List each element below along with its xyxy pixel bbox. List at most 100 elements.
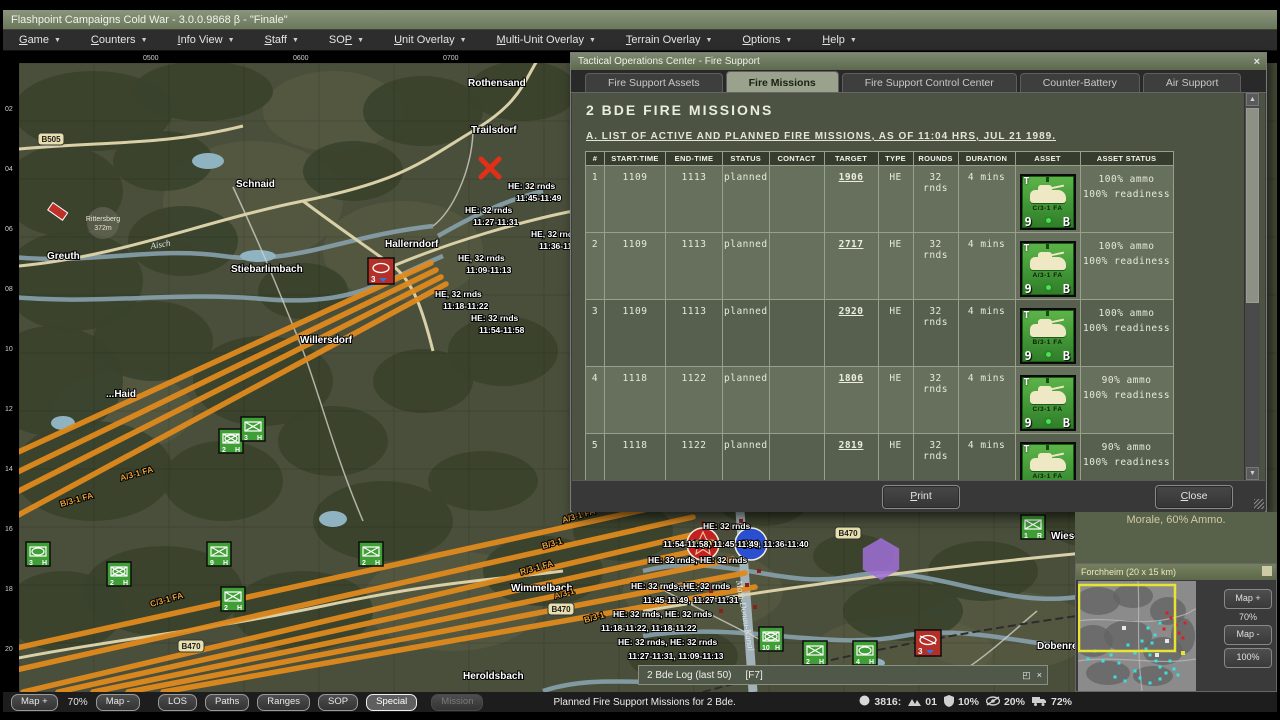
mission-cell: 1122	[666, 434, 723, 481]
minimap-view[interactable]	[1078, 581, 1196, 691]
svg-text:3: 3	[918, 647, 923, 656]
sop-button[interactable]: SOP	[318, 694, 358, 711]
asset-unit-counter[interactable]: TC/3-1 FA9B	[1020, 375, 1076, 431]
dialog-title: Tactical Operations Center - Fire Suppor…	[578, 56, 760, 67]
menu-item-multi-unit-overlay[interactable]: Multi-Unit Overlay▼	[497, 34, 596, 46]
mission-cell: 1118	[605, 434, 666, 481]
menu-item-staff[interactable]: Staff▼	[265, 34, 299, 46]
map-button[interactable]: Map -	[96, 694, 140, 711]
svg-text:11:27-11:31: 11:27-11:31	[473, 217, 519, 227]
asset-unit-counter[interactable]: TA/3-1 FA9B	[1020, 241, 1076, 297]
svg-text:H: H	[237, 605, 242, 612]
svg-text:HE: 32 rnds, HE: 32 rnds: HE: 32 rnds, HE: 32 rnds	[618, 637, 717, 647]
minimap-map-button[interactable]: Map +	[1224, 589, 1272, 609]
asset-cell: TB/3-1 FA9B	[1015, 300, 1080, 367]
mission-cell: 4 mins	[958, 166, 1015, 233]
resize-grip[interactable]	[1254, 499, 1264, 509]
log-label: 2 Bde Log (last 50)	[647, 670, 732, 681]
col-header-contact: CONTACT	[769, 152, 824, 166]
asset-unit-counter[interactable]: TC/3-1 FA9B	[1020, 174, 1076, 230]
indicator-value: 3816:	[874, 696, 901, 708]
asset-name: A/3-1 FA	[1022, 473, 1074, 480]
close-log-icon[interactable]: ×	[1037, 670, 1042, 681]
menu-bar: Game▼ Counters▼ Info View▼ Staff▼ SOP▼ Unit O…	[3, 30, 1277, 51]
asset-unit-counter[interactable]: TA/3-1 FA9B	[1020, 442, 1076, 480]
tab-fire-support-assets[interactable]: Fire Support Assets	[585, 73, 723, 92]
asset-name: A/3-1 FA	[1022, 272, 1074, 279]
minimap-100-button[interactable]: 100%	[1224, 648, 1272, 668]
mission-cell	[769, 166, 824, 233]
paths-button[interactable]: Paths	[205, 694, 249, 711]
col-header-rounds: ROUNDS	[913, 152, 958, 166]
bde-log-bar[interactable]: 2 Bde Log (last 50) [F7] ◰ ×	[638, 665, 1048, 685]
svg-text:Schnaid: Schnaid	[236, 179, 275, 190]
menu-item-help[interactable]: Help▼	[822, 34, 857, 46]
ranges-button[interactable]: Ranges	[257, 694, 310, 711]
target-link[interactable]: 2717	[839, 239, 864, 250]
target-cell: 2819	[824, 434, 878, 481]
menu-item-options[interactable]: Options▼	[742, 34, 792, 46]
mission-cell: planned	[723, 166, 770, 233]
menu-item-game[interactable]: Game▼	[19, 34, 61, 46]
svg-text:HE: 32 rnds, HE: 32 rnds: HE: 32 rnds, HE: 32 rnds	[631, 581, 730, 591]
mission-cell: 32 rnds	[913, 166, 958, 233]
close-icon[interactable]: ×	[1254, 54, 1260, 71]
tab-air-support[interactable]: Air Support	[1143, 73, 1242, 92]
special-button[interactable]: Special	[366, 694, 417, 711]
print-button[interactable]: Print	[882, 485, 960, 509]
asset-name: B/3-1 FA	[1022, 339, 1074, 346]
missions-heading: 2 BDE FIRE MISSIONS	[586, 102, 773, 118]
mission-cell: 1109	[605, 233, 666, 300]
chevron-down-icon: ▼	[228, 37, 235, 44]
unit-info-panel-partial: Morale, 60% Ammo.	[1075, 512, 1277, 563]
mission-cell: 1118	[605, 367, 666, 434]
indicator-value: 20%	[1004, 696, 1025, 708]
target-link[interactable]: 1806	[839, 373, 864, 384]
svg-text:9: 9	[210, 560, 214, 567]
tab-fire-missions[interactable]: Fire Missions	[726, 71, 839, 92]
menu-item-sop[interactable]: SOP▼	[329, 34, 364, 46]
svg-text:H: H	[123, 580, 128, 587]
svg-text:H: H	[375, 560, 380, 567]
counter-tick	[1046, 177, 1049, 182]
menu-item-info-view[interactable]: Info View▼	[178, 34, 235, 46]
fire-support-dialog: Tactical Operations Center - Fire Suppor…	[570, 52, 1267, 512]
tab-counter-battery[interactable]: Counter-Battery	[1020, 73, 1140, 92]
minimap-map-button[interactable]: Map -	[1224, 625, 1272, 645]
scrollbar-thumb[interactable]	[1246, 108, 1259, 303]
restore-icon[interactable]: ◰	[1022, 670, 1031, 681]
chevron-down-icon: ▼	[460, 37, 467, 44]
svg-text:16: 16	[5, 526, 13, 533]
menu-item-unit-overlay[interactable]: Unit Overlay▼	[394, 34, 466, 46]
target-link[interactable]: 1906	[839, 172, 864, 183]
mission-cell: 32 rnds	[913, 434, 958, 481]
los-button[interactable]: LOS	[158, 694, 197, 711]
collapse-icon[interactable]	[1262, 566, 1272, 576]
svg-text:11:09-11:13: 11:09-11:13	[466, 265, 512, 275]
svg-text:11:18-11:22, 11:18-11:22: 11:18-11:22, 11:18-11:22	[601, 623, 697, 633]
scroll-down-icon[interactable]: ▼	[1246, 467, 1259, 480]
table-header: #START-TIMEEND-TIMESTATUSCONTACTTARGETTY…	[586, 152, 1174, 166]
asset-unit-counter[interactable]: TB/3-1 FA9B	[1020, 308, 1076, 364]
map-button[interactable]: Map +	[11, 694, 58, 711]
tab-fire-support-control-center[interactable]: Fire Support Control Center	[842, 73, 1017, 92]
target-link[interactable]: 2920	[839, 306, 864, 317]
mission-cell: HE	[878, 166, 913, 233]
menu-item-terrain-overlay[interactable]: Terrain Overlay▼	[626, 34, 713, 46]
window-title-bar[interactable]: Flashpoint Campaigns Cold War - 3.0.0.98…	[3, 10, 1277, 30]
mission-cell: planned	[723, 434, 770, 481]
svg-text:Stiebarlimbach: Stiebarlimbach	[231, 264, 303, 275]
minimap-title-bar[interactable]: Forchheim (20 x 15 km)	[1076, 564, 1276, 580]
svg-text:2: 2	[224, 605, 228, 612]
close-button[interactable]: Close	[1155, 485, 1233, 509]
scroll-up-icon[interactable]: ▲	[1246, 93, 1259, 106]
col-header-type: TYPE	[878, 152, 913, 166]
dialog-scrollbar[interactable]: ▲ ▼	[1244, 93, 1260, 480]
svg-text:2: 2	[110, 580, 114, 587]
minimap-panel: Forchheim (20 x 15 km) Map +70%Map -100%	[1075, 563, 1277, 692]
dialog-title-bar[interactable]: Tactical Operations Center - Fire Suppor…	[571, 53, 1266, 70]
missions-subheading: A. LIST OF ACTIVE AND PLANNED FIRE MISSI…	[586, 131, 1056, 142]
menu-item-counters[interactable]: Counters▼	[91, 34, 148, 46]
target-link[interactable]: 2819	[839, 440, 864, 451]
indicator-shield: 10%	[944, 695, 979, 710]
